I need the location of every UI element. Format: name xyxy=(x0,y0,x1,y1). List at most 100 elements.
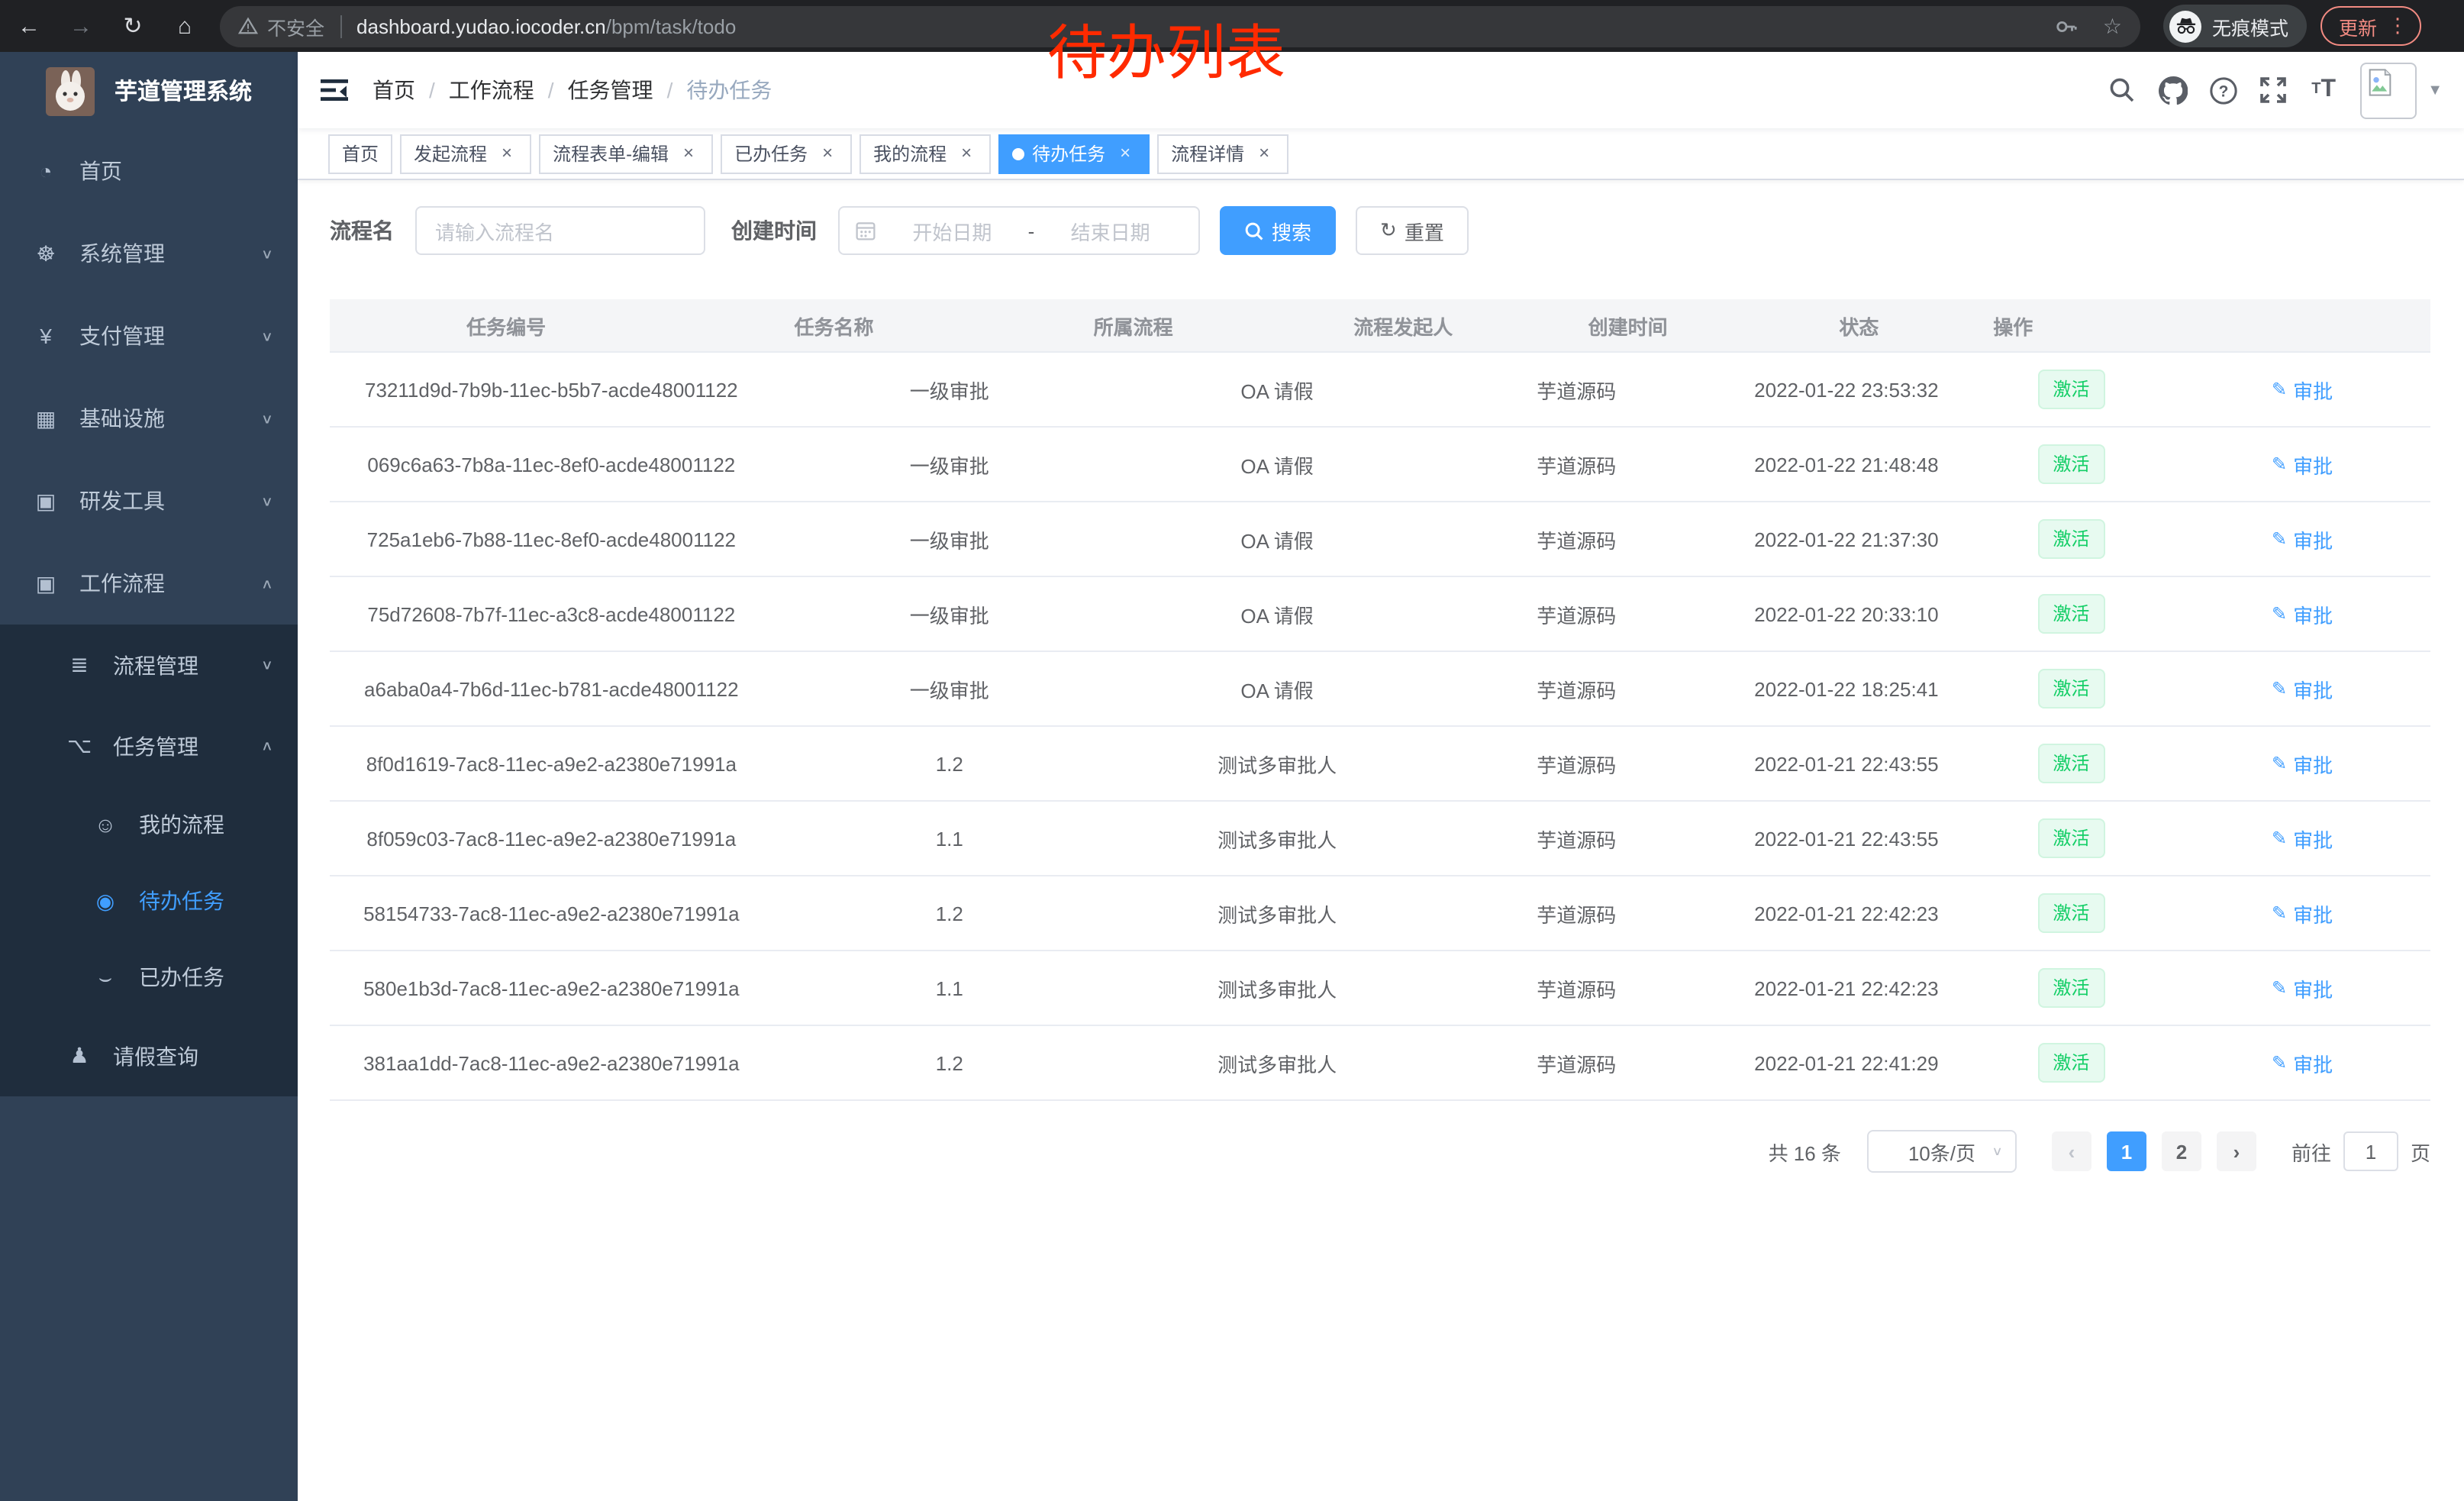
incognito-label: 无痕模式 xyxy=(2212,11,2288,40)
audit-button[interactable]: ✎审批 xyxy=(2272,525,2333,554)
page-2[interactable]: 2 xyxy=(2162,1131,2201,1171)
browser-menu-icon[interactable]: ⋮ xyxy=(2388,14,2408,38)
status-badge: 激活 xyxy=(2037,669,2104,709)
sidebar-item-infrastructure[interactable]: ▦ 基础设施 ∨ xyxy=(0,377,298,460)
cell-status: 激活 xyxy=(1969,594,2175,634)
status-badge: 激活 xyxy=(2037,594,2104,634)
cell-task-id: 8f0d1619-7ac8-11ec-a9e2-a2380e71991a xyxy=(330,752,773,775)
audit-button[interactable]: ✎审批 xyxy=(2272,824,2333,853)
chevron-icon: ∨ xyxy=(261,657,273,673)
table-header-cell: 任务名称 xyxy=(682,311,985,340)
tab-home[interactable]: 首页 × xyxy=(328,134,392,173)
audit-button[interactable]: ✎审批 xyxy=(2272,599,2333,628)
goto-page-input[interactable]: 1 xyxy=(2343,1131,2398,1171)
key-icon[interactable] xyxy=(2056,15,2079,37)
github-icon[interactable] xyxy=(2154,72,2191,108)
tab-done-tasks[interactable]: 已办任务 × xyxy=(721,134,852,173)
breadcrumb-separator: / xyxy=(429,78,435,102)
breadcrumb-workflow[interactable]: 工作流程 xyxy=(449,75,534,105)
security-label[interactable]: 不安全 xyxy=(267,11,324,40)
sidebar-item-todo-tasks[interactable]: ◉ 待办任务 xyxy=(0,863,298,939)
process-name-input[interactable]: 请输入流程名 xyxy=(415,206,705,255)
font-size-icon[interactable]: TT xyxy=(2305,72,2342,108)
app-logo-block[interactable]: 芋道管理系统 xyxy=(0,52,298,130)
page-size-select[interactable]: 10条/页 ∨ xyxy=(1867,1130,2017,1173)
table-header-cell: 所属流程 xyxy=(985,311,1282,340)
avatar-dropdown-caret-icon[interactable]: ▼ xyxy=(2427,82,2443,98)
sidebar-item-devtools[interactable]: ▣ 研发工具 ∨ xyxy=(0,460,298,542)
tab-my-processes[interactable]: 我的流程 × xyxy=(859,134,991,173)
tab-close-icon[interactable]: × xyxy=(678,143,699,164)
date-range-separator: - xyxy=(1025,219,1038,242)
breadcrumb-task-mgmt[interactable]: 任务管理 xyxy=(568,75,653,105)
audit-button[interactable]: ✎审批 xyxy=(2272,674,2333,703)
tab-close-icon[interactable]: × xyxy=(1114,143,1136,164)
sidebar-item-done-tasks[interactable]: ⌣ 已办任务 xyxy=(0,939,298,1015)
cell-create-time: 2022-01-21 22:43:55 xyxy=(1724,827,1968,850)
end-date-placeholder[interactable]: 结束日期 xyxy=(1037,216,1183,245)
cell-task-id: 069c6a63-7b8a-11ec-8ef0-acde48001122 xyxy=(330,453,773,476)
audit-button[interactable]: ✎审批 xyxy=(2272,1048,2333,1077)
edit-pen-icon: ✎ xyxy=(2272,828,2287,849)
table-row: 580e1b3d-7ac8-11ec-a9e2-a2380e71991a 1.1… xyxy=(330,951,2430,1026)
next-page-button[interactable]: › xyxy=(2217,1131,2256,1171)
audit-button[interactable]: ✎审批 xyxy=(2272,973,2333,1002)
browser-reload-button[interactable]: ↻ xyxy=(119,12,147,40)
sidebar-item-process-mgmt[interactable]: ≣ 流程管理 ∨ xyxy=(0,625,298,705)
help-icon[interactable]: ? xyxy=(2204,72,2241,108)
cell-task-id: 381aa1dd-7ac8-11ec-a9e2-a2380e71991a xyxy=(330,1051,773,1074)
tab-todo-tasks[interactable]: 待办任务 × xyxy=(998,134,1150,173)
cell-action: ✎审批 xyxy=(2174,824,2430,853)
tab-close-icon[interactable]: × xyxy=(817,143,838,164)
sidebar-item-workflow[interactable]: ▣ 工作流程 ∧ xyxy=(0,542,298,625)
sidebar-toggle-hamburger-icon[interactable] xyxy=(321,76,348,104)
sidebar-item-home[interactable]: ◔ 首页 xyxy=(0,130,298,212)
create-time-range-picker[interactable]: 开始日期 - 结束日期 xyxy=(838,206,1200,255)
sidebar-item-task-mgmt[interactable]: ⌥ 任务管理 ∧ xyxy=(0,705,298,786)
bookmark-star-icon[interactable]: ☆ xyxy=(2103,13,2122,39)
cell-status: 激活 xyxy=(1969,519,2175,559)
cell-action: ✎审批 xyxy=(2174,674,2430,703)
user-avatar[interactable] xyxy=(2360,62,2417,118)
process-name-placeholder: 请输入流程名 xyxy=(435,216,554,245)
sidebar-item-leave-query[interactable]: ♟ 请假查询 xyxy=(0,1015,298,1096)
browser-window: ← → ↻ ⌂ 不安全 dashboard.yudao.iocoder.cn/b… xyxy=(0,0,2464,1501)
breadcrumb-home[interactable]: 首页 xyxy=(373,75,415,105)
tab-close-icon[interactable]: × xyxy=(496,143,518,164)
audit-button-label: 审批 xyxy=(2293,375,2333,404)
tab-close-icon[interactable]: × xyxy=(956,143,977,164)
yen-icon: ¥ xyxy=(34,324,58,348)
prev-page-button[interactable]: ‹ xyxy=(2052,1131,2091,1171)
edit-pen-icon: ✎ xyxy=(2272,379,2287,400)
cell-starter: 芋道源码 xyxy=(1428,824,1724,853)
tab-close-icon[interactable]: × xyxy=(1253,143,1275,164)
pagination: 共 16 条 10条/页 ∨ ‹ 12 › 前往 1 页 xyxy=(330,1130,2430,1173)
cell-task-name: 一级审批 xyxy=(773,599,1126,628)
sidebar-item-payment[interactable]: ¥ 支付管理 ∨ xyxy=(0,295,298,377)
sidebar-item-system[interactable]: ☸ 系统管理 ∨ xyxy=(0,212,298,295)
browser-back-button[interactable]: ← xyxy=(15,12,43,40)
search-icon[interactable] xyxy=(2104,72,2140,108)
todo-list-annotation: 待办列表 xyxy=(1047,6,1285,92)
table-header-cell: 操作 xyxy=(1987,311,2039,340)
audit-button[interactable]: ✎ 审批 xyxy=(2272,375,2333,404)
audit-button-label: 审批 xyxy=(2293,599,2333,628)
tab-process-detail[interactable]: 流程详情 × xyxy=(1157,134,1288,173)
audit-button[interactable]: ✎审批 xyxy=(2272,899,2333,928)
sidebar-item-label: 支付管理 xyxy=(79,321,165,351)
browser-update-button[interactable]: 更新 ⋮ xyxy=(2320,6,2421,46)
fullscreen-icon[interactable] xyxy=(2255,72,2291,108)
browser-home-button[interactable]: ⌂ xyxy=(171,12,198,40)
page-1[interactable]: 1 xyxy=(2107,1131,2146,1171)
tab-form-edit[interactable]: 流程表单-编辑 × xyxy=(539,134,713,173)
browser-forward-button[interactable]: → xyxy=(67,12,95,40)
tab-start-process[interactable]: 发起流程 × xyxy=(400,134,531,173)
audit-button[interactable]: ✎审批 xyxy=(2272,450,2333,479)
audit-button[interactable]: ✎审批 xyxy=(2272,749,2333,778)
sidebar-item-my-processes[interactable]: ☺ 我的流程 xyxy=(0,786,298,863)
reset-button[interactable]: ↻ 重置 xyxy=(1356,206,1469,255)
breadcrumb: 首页 / 工作流程 / 任务管理 / 待办任务 xyxy=(373,75,772,105)
start-date-placeholder[interactable]: 开始日期 xyxy=(879,216,1025,245)
search-button[interactable]: 搜索 xyxy=(1220,206,1336,255)
table-body: 73211d9d-7b9b-11ec-b5b7-acde48001122 一级审… xyxy=(330,353,2430,1101)
